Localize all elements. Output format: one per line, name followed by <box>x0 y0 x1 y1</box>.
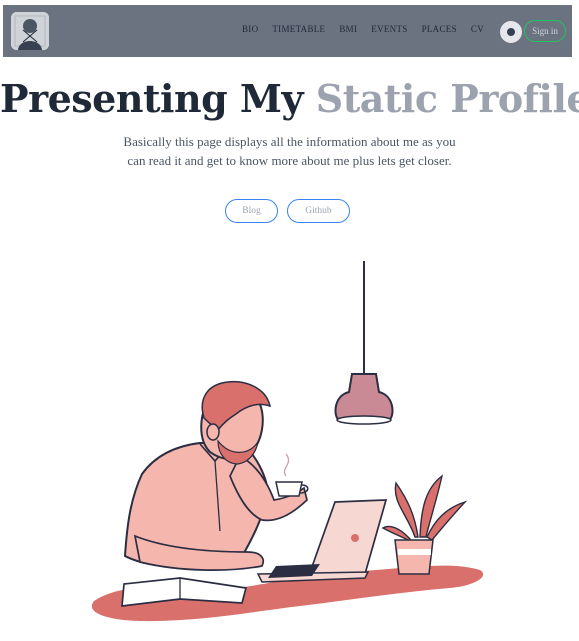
avatar[interactable] <box>11 12 49 50</box>
toggle-knob <box>507 28 515 36</box>
lamp-shade <box>334 373 394 420</box>
nav-events[interactable]: EVENTS <box>371 24 407 34</box>
coffee-cup <box>275 481 303 497</box>
nav-places[interactable]: PLACES <box>422 24 457 34</box>
nav-bmi[interactable]: BMI <box>339 24 357 34</box>
hero-subtitle: Basically this page displays all the inf… <box>123 134 456 168</box>
steam <box>283 453 290 477</box>
theme-toggle-icon[interactable] <box>500 21 522 43</box>
nav-timetable[interactable]: TIMETABLE <box>272 24 325 34</box>
hero-buttons: Blog Github <box>225 199 350 223</box>
page-title: Presenting My Static Profile <box>0 76 579 121</box>
sign-in-button[interactable]: Sign in <box>524 20 566 42</box>
top-navigation-bar: BIO TIMETABLE BMI EVENTS PLACES CV Sign … <box>3 5 572 57</box>
laptop-screen <box>306 499 388 579</box>
title-dark-part: Presenting My <box>0 76 304 121</box>
github-button[interactable]: Github <box>287 199 350 223</box>
nav-bio[interactable]: BIO <box>242 24 258 34</box>
plant-pot <box>394 539 434 575</box>
blog-button[interactable]: Blog <box>225 199 278 223</box>
nav-cv[interactable]: CV <box>471 24 484 34</box>
hero-illustration <box>91 261 484 622</box>
primary-nav: BIO TIMETABLE BMI EVENTS PLACES CV <box>242 24 484 34</box>
plant <box>381 474 468 543</box>
title-light-part: Static Profile <box>315 76 579 121</box>
